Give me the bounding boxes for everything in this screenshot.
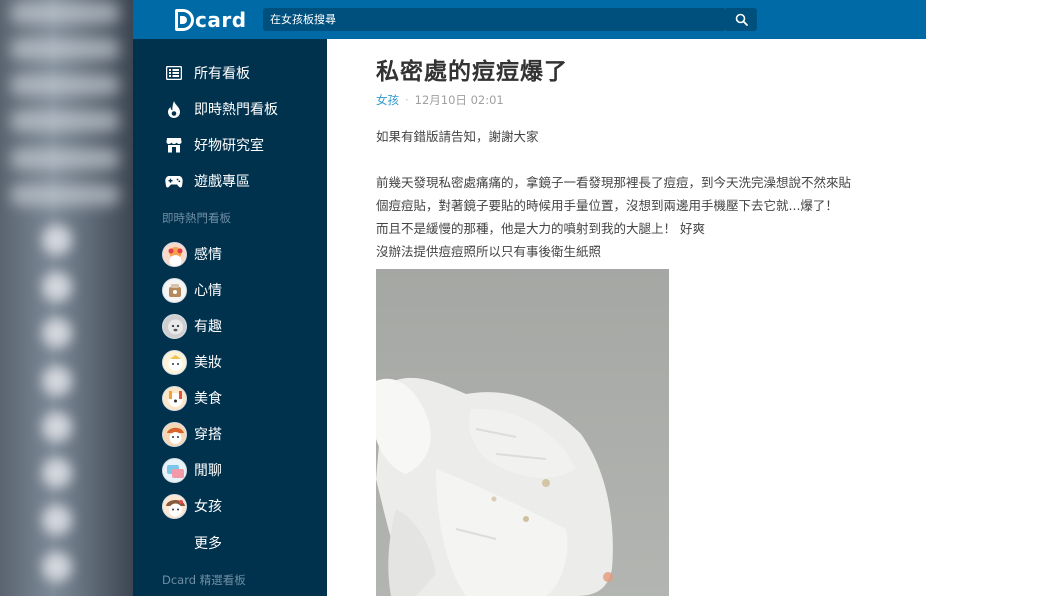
- sidebar-board-funny[interactable]: 有趣: [133, 311, 327, 341]
- makeup-board-avatar: [162, 349, 187, 375]
- post-title: 私密處的痘痘爆了: [376, 59, 568, 85]
- list-icon: [164, 63, 184, 83]
- sidebar-item-label: 所有看板: [194, 66, 250, 82]
- tissue-photo-icon: [376, 269, 669, 596]
- sidebar-board-makeup[interactable]: 美妝: [133, 347, 327, 377]
- post-paragraph: 如果有錯版請告知，謝謝大家: [376, 129, 539, 144]
- mood-board-avatar: [162, 277, 187, 303]
- search-button[interactable]: [726, 8, 757, 31]
- sidebar-item-label: 感情: [194, 247, 222, 263]
- post-content-area: 私密處的痘痘爆了 女孩 · 12月10日 02:01 如果有錯版請告知，謝謝大家…: [327, 39, 926, 596]
- sidebar-board-chat[interactable]: 閒聊: [133, 455, 327, 485]
- sidebar-board-mood[interactable]: 心情: [133, 275, 327, 305]
- trending-section-title: 即時熱門看板: [162, 211, 231, 225]
- post-paragraph: 而且不是緩慢的那種，他是大力的噴射到我的大腿上！ 好爽: [376, 221, 705, 236]
- post-forum-link[interactable]: 女孩: [376, 92, 399, 108]
- post-image[interactable]: [376, 269, 669, 596]
- gamepad-icon: [164, 171, 184, 191]
- post-paragraph: 前幾天發現私密處痛痛的，拿鏡子一看發現那裡長了痘痘，到今天洗完澡想說不然來貼: [376, 175, 852, 190]
- relationship-board-avatar: [162, 241, 187, 267]
- dcard-logo[interactable]: card: [175, 7, 247, 32]
- chat-board-avatar: [162, 457, 187, 483]
- funny-board-avatar: [162, 313, 187, 339]
- sidebar-item-label: 即時熱門看板: [194, 102, 278, 118]
- sidebar-item-label: 好物研究室: [194, 138, 264, 154]
- sidebar-item-label: 遊戲專區: [194, 174, 250, 190]
- right-margin: [926, 0, 1060, 596]
- selected-boards-section-title: Dcard 精選看板: [162, 573, 246, 587]
- sidebar-item-all-boards[interactable]: 所有看板: [133, 58, 327, 88]
- dcard-logo-text: card: [195, 7, 247, 32]
- sidebar-more-label: 更多: [194, 536, 222, 552]
- sidebar-item-label: 心情: [194, 283, 222, 299]
- sidebar-board-food[interactable]: 美食: [133, 383, 327, 413]
- post-paragraph: 個痘痘貼，對著鏡子要貼的時候用手量位置，沒想到兩邊用手機壓下去它就...爆了！: [376, 198, 838, 213]
- sidebar-item-label: 有趣: [194, 319, 222, 335]
- sidebar-item-label: 美妝: [194, 355, 222, 371]
- food-board-avatar: [162, 385, 187, 411]
- sidebar-item-label: 美食: [194, 391, 222, 407]
- sidebar-item-goods-lab[interactable]: 好物研究室: [133, 130, 327, 160]
- sidebar: 所有看板 即時熱門看板 好物研究室 遊戲專區 即時熱門看板 感情 心情 有趣 美…: [133, 39, 327, 596]
- sidebar-board-relationship[interactable]: 感情: [133, 239, 327, 269]
- top-navigation-bar: card 在女孩板搜尋: [133, 0, 926, 39]
- search-icon: [735, 13, 748, 26]
- post-meta: 女孩 · 12月10日 02:01: [376, 92, 504, 108]
- outfit-board-avatar: [162, 421, 187, 447]
- sidebar-item-label: 穿搭: [194, 427, 222, 443]
- sidebar-board-girl[interactable]: 女孩: [133, 491, 327, 521]
- meta-separator: ·: [405, 93, 409, 107]
- sidebar-board-outfit[interactable]: 穿搭: [133, 419, 327, 449]
- girl-board-avatar: [162, 493, 187, 519]
- post-paragraph: 沒辦法提供痘痘照所以只有事後衛生紙照: [376, 244, 602, 259]
- store-icon: [164, 135, 184, 155]
- post-timestamp: 12月10日 02:01: [414, 93, 504, 107]
- flame-icon: [164, 99, 184, 119]
- dcard-logo-d-icon: [175, 8, 194, 31]
- sidebar-item-label: 女孩: [194, 499, 222, 515]
- sidebar-more-link[interactable]: 更多: [133, 528, 327, 558]
- sidebar-item-trending-boards[interactable]: 即時熱門看板: [133, 94, 327, 124]
- search-input[interactable]: 在女孩板搜尋: [263, 8, 726, 31]
- sidebar-item-label: 閒聊: [194, 463, 222, 479]
- sidebar-item-games[interactable]: 遊戲專區: [133, 166, 327, 196]
- blurred-background: [0, 0, 133, 596]
